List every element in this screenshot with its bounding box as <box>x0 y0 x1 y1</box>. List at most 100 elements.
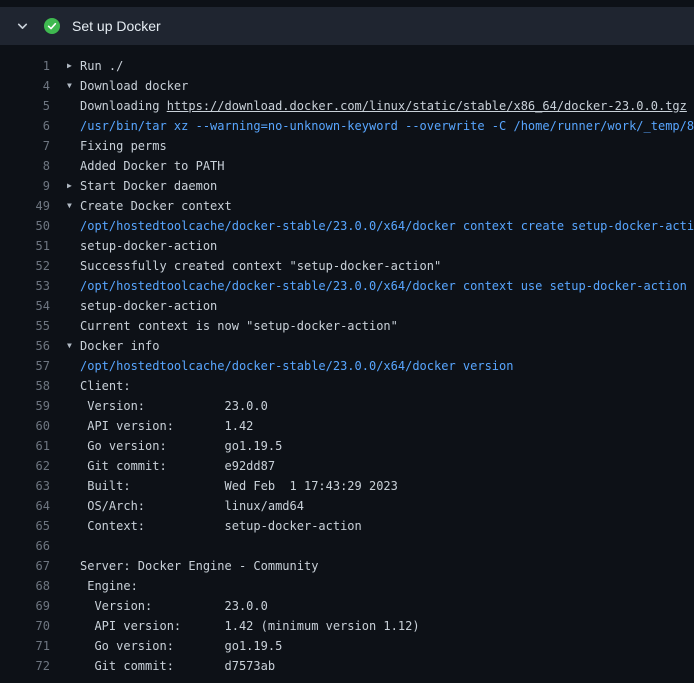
log-line: 68 Engine: <box>0 576 694 596</box>
log-line: 66 <box>0 536 694 556</box>
log-line: 53/opt/hostedtoolcache/docker-stable/23.… <box>0 276 694 296</box>
line-number[interactable]: 68 <box>0 576 50 596</box>
line-content: Engine: <box>66 576 694 596</box>
line-content: Fixing perms <box>66 136 694 156</box>
log-line: 60 API version: 1.42 <box>0 416 694 436</box>
log-line: 67 Server: Docker Engine - Community <box>0 556 694 576</box>
line-number[interactable]: 50 <box>0 216 50 236</box>
line-content: Added Docker to PATH <box>66 156 694 176</box>
line-content: Git commit: e92dd87 <box>66 456 694 476</box>
line-content: /usr/bin/tar xz --warning=no-unknown-key… <box>66 116 694 136</box>
line-number[interactable]: 4 <box>0 76 50 96</box>
line-content: setup-docker-action <box>66 296 694 316</box>
log-line: 69 Version: 23.0.0 <box>0 596 694 616</box>
line-number[interactable]: 1 <box>0 56 50 76</box>
chevron-down-icon[interactable] <box>16 20 29 33</box>
log-line: 62 Git commit: e92dd87 <box>0 456 694 476</box>
log-line: 49 ▼ Create Docker context <box>0 196 694 216</box>
log-group-toggle[interactable]: ▼ Create Docker context <box>66 196 694 216</box>
log-line: 72 Git commit: d7573ab <box>0 656 694 676</box>
log-line: 70 API version: 1.42 (minimum version 1.… <box>0 616 694 636</box>
log-group-toggle[interactable]: ▶ Run ./ <box>66 56 694 76</box>
log-lines: 1 ▶ Run ./ 4 ▼ Download docker 5 Downloading ht… <box>0 56 694 676</box>
log-line: 50/opt/hostedtoolcache/docker-stable/23.… <box>0 216 694 236</box>
line-content: Go version: go1.19.5 <box>66 636 694 656</box>
line-content: Version: 23.0.0 <box>66 396 694 416</box>
line-number[interactable]: 67 <box>0 556 50 576</box>
line-content <box>66 536 694 556</box>
line-number[interactable]: 62 <box>0 456 50 476</box>
line-content: Server: Docker Engine - Community <box>66 556 694 576</box>
log-line: 55 Current context is now "setup-docker-a… <box>0 316 694 336</box>
chevron-expanded-icon[interactable]: ▼ <box>67 76 72 96</box>
line-number[interactable]: 52 <box>0 256 50 276</box>
log-line: 56 ▼ Docker info <box>0 336 694 356</box>
log-line: 9 ▶Start Docker daemon <box>0 176 694 196</box>
line-number[interactable]: 57 <box>0 356 50 376</box>
chevron-collapsed-icon[interactable]: ▶ <box>67 56 72 76</box>
line-content: Version: 23.0.0 <box>66 596 694 616</box>
log-line: 58 Client: <box>0 376 694 396</box>
group-label: Docker info <box>80 339 159 353</box>
line-content: Current context is now "setup-docker-act… <box>66 316 694 336</box>
chevron-expanded-icon[interactable]: ▼ <box>67 336 72 356</box>
group-label: Create Docker context <box>80 199 232 213</box>
line-number[interactable]: 7 <box>0 136 50 156</box>
line-number[interactable]: 53 <box>0 276 50 296</box>
group-label: Run ./ <box>80 59 123 73</box>
line-number[interactable]: 54 <box>0 296 50 316</box>
line-content: Downloading https://download.docker.com/… <box>66 96 694 116</box>
step-header[interactable]: Set up Docker <box>0 7 694 45</box>
line-number[interactable]: 64 <box>0 496 50 516</box>
line-number[interactable]: 71 <box>0 636 50 656</box>
line-number[interactable]: 65 <box>0 516 50 536</box>
log-line: 8 Added Docker to PATH <box>0 156 694 176</box>
log-line: 64 OS/Arch: linux/amd64 <box>0 496 694 516</box>
group-label: Download docker <box>80 79 188 93</box>
log-line: 61 Go version: go1.19.5 <box>0 436 694 456</box>
log-line: 57/opt/hostedtoolcache/docker-stable/23.… <box>0 356 694 376</box>
line-number[interactable]: 6 <box>0 116 50 136</box>
log-line: 52 Successfully created context "setup-do… <box>0 256 694 276</box>
line-number[interactable]: 66 <box>0 536 50 556</box>
line-number[interactable]: 60 <box>0 416 50 436</box>
log-line: 59 Version: 23.0.0 <box>0 396 694 416</box>
line-number[interactable]: 5 <box>0 96 50 116</box>
line-content: setup-docker-action <box>66 236 694 256</box>
log-link[interactable]: https://download.docker.com/linux/static… <box>167 99 687 113</box>
log-line: 54 setup-docker-action <box>0 296 694 316</box>
line-number[interactable]: 8 <box>0 156 50 176</box>
line-content: /opt/hostedtoolcache/docker-stable/23.0.… <box>66 216 694 236</box>
line-number[interactable]: 51 <box>0 236 50 256</box>
line-content: OS/Arch: linux/amd64 <box>66 496 694 516</box>
line-number[interactable]: 72 <box>0 656 50 676</box>
chevron-expanded-icon[interactable]: ▼ <box>67 196 72 216</box>
line-number[interactable]: 70 <box>0 616 50 636</box>
line-number[interactable]: 58 <box>0 376 50 396</box>
line-number[interactable]: 59 <box>0 396 50 416</box>
line-number[interactable]: 9 <box>0 176 50 196</box>
log-line: 1 ▶ Run ./ <box>0 56 694 76</box>
log-line: 71 Go version: go1.19.5 <box>0 636 694 656</box>
log-line: 5 Downloading https://download.docker.com… <box>0 96 694 116</box>
line-content: Successfully created context "setup-dock… <box>66 256 694 276</box>
line-number[interactable]: 49 <box>0 196 50 216</box>
log-line: 51 setup-docker-action <box>0 236 694 256</box>
line-number[interactable]: 63 <box>0 476 50 496</box>
log-line: 65 Context: setup-docker-action <box>0 516 694 536</box>
log-group-toggle[interactable]: ▶Start Docker daemon <box>66 176 694 196</box>
log-group-toggle[interactable]: ▼ Download docker <box>66 76 694 96</box>
line-content: Client: <box>66 376 694 396</box>
line-number[interactable]: 69 <box>0 596 50 616</box>
log-line: 63 Built: Wed Feb 1 17:43:29 2023 <box>0 476 694 496</box>
line-number[interactable]: 56 <box>0 336 50 356</box>
chevron-collapsed-icon[interactable]: ▶ <box>67 176 72 196</box>
log-group-toggle[interactable]: ▼ Docker info <box>66 336 694 356</box>
line-content: /opt/hostedtoolcache/docker-stable/23.0.… <box>66 276 694 296</box>
line-number[interactable]: 61 <box>0 436 50 456</box>
line-number[interactable]: 55 <box>0 316 50 336</box>
line-content: API version: 1.42 (minimum version 1.12) <box>66 616 694 636</box>
check-circle-icon <box>44 18 60 34</box>
step-title: Set up Docker <box>72 18 161 34</box>
line-content: API version: 1.42 <box>66 416 694 436</box>
